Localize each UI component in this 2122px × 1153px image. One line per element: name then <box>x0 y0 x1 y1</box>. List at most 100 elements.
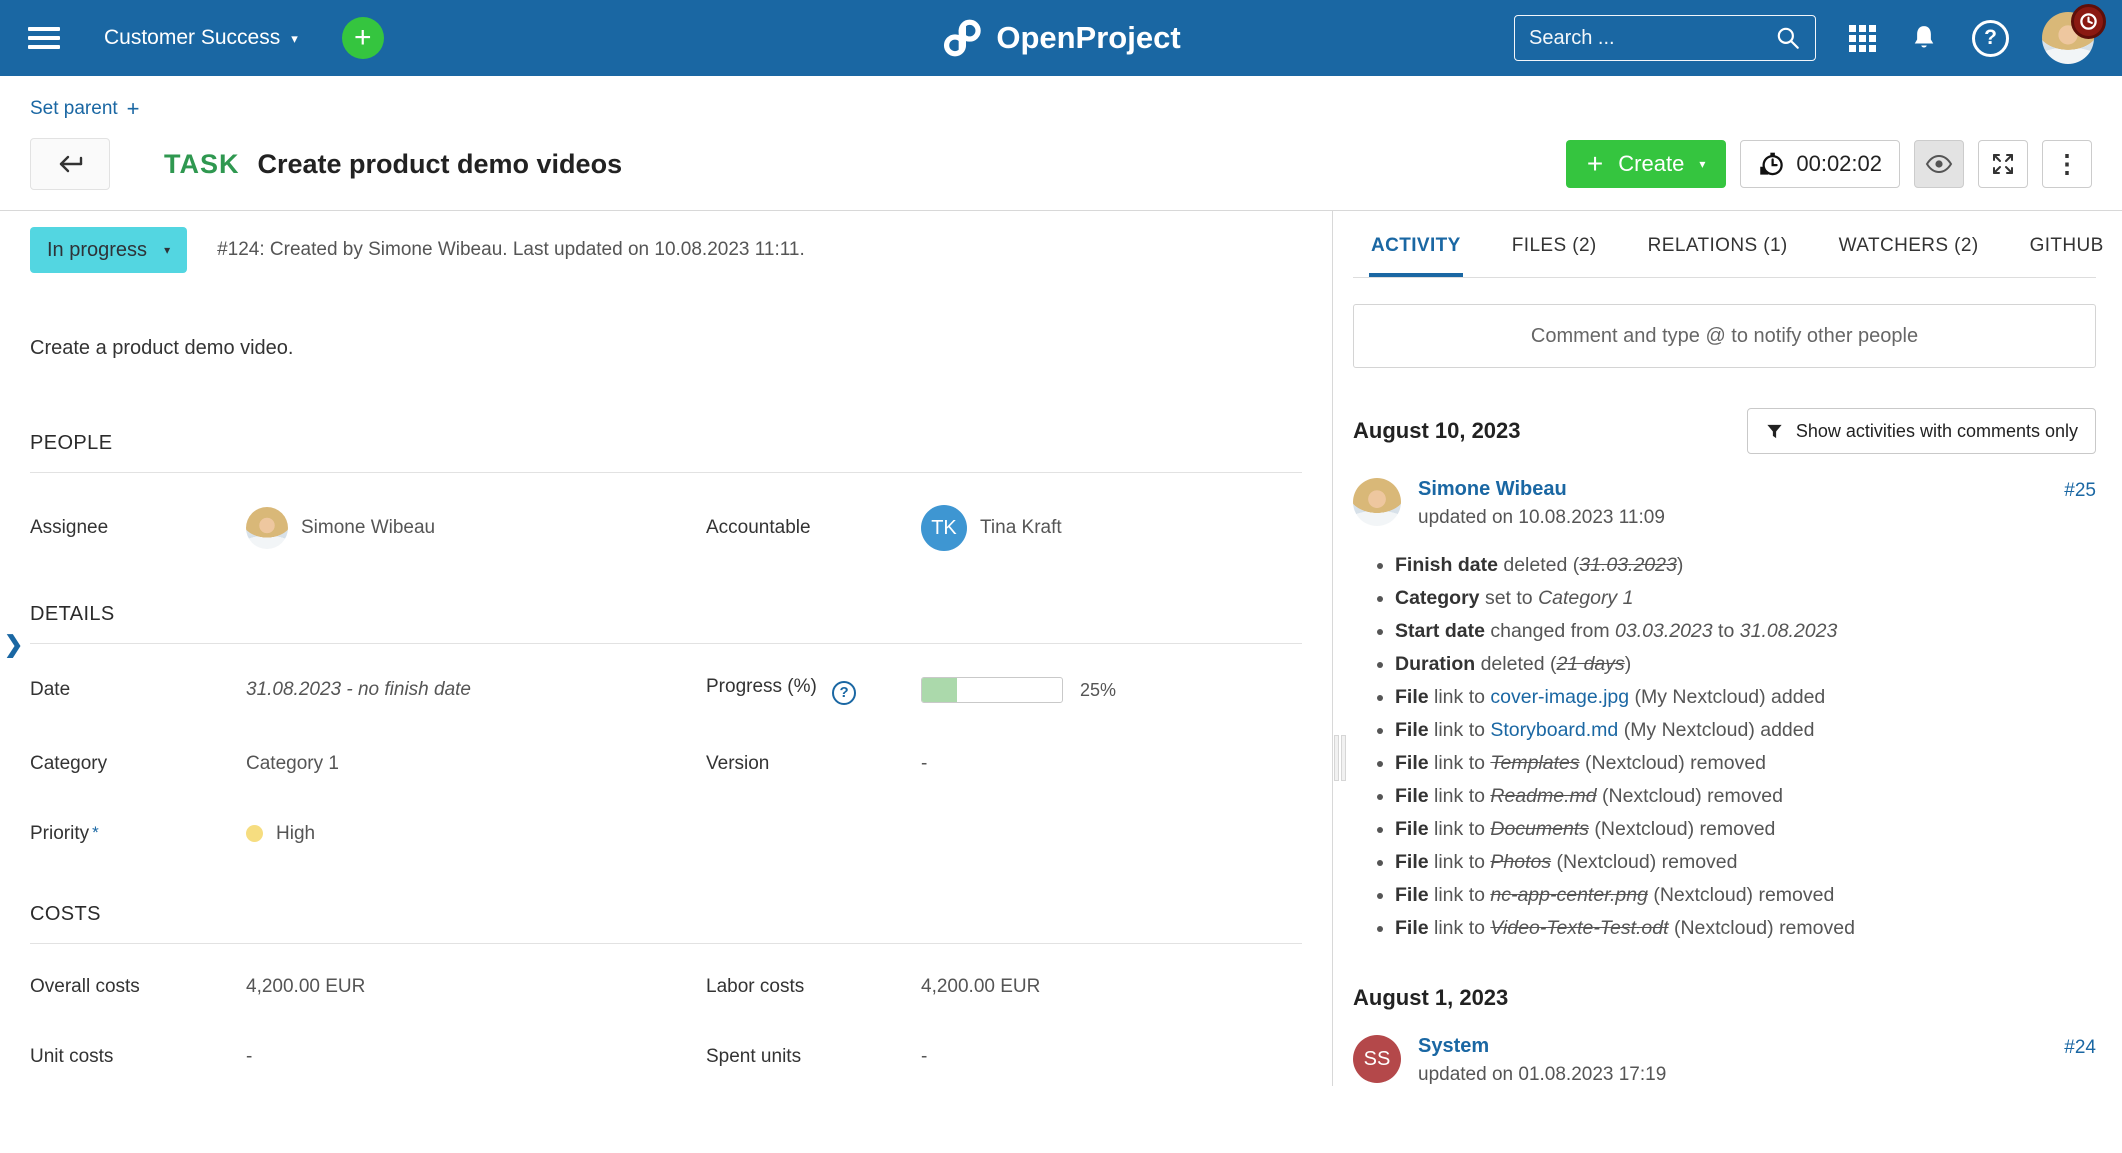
change-text-segment: 21 days <box>1556 653 1625 675</box>
accountable-value[interactable]: TK Tina Kraft <box>921 505 1302 551</box>
project-selector[interactable]: Customer Success ▾ <box>104 26 298 50</box>
priority-label: Priority * <box>30 822 99 844</box>
assignee-name[interactable]: Simone Wibeau <box>301 517 435 539</box>
work-package-type[interactable]: TASK <box>164 149 240 180</box>
date-label: Date <box>30 679 71 701</box>
more-actions-button[interactable]: ⋮ <box>2042 140 2092 188</box>
status-row: In progress ▾ #124: Created by Simone Wi… <box>30 227 1302 273</box>
change-text-segment: ) <box>1624 653 1632 675</box>
change-text-segment: Finish date <box>1395 554 1498 576</box>
date-value[interactable]: 31.08.2023 - no finish date <box>246 679 706 701</box>
spent-units-value[interactable]: - <box>921 1046 1302 1068</box>
change-text-segment: 31.03.2023 <box>1579 554 1677 576</box>
activity-author-link[interactable]: Simone Wibeau <box>1418 478 1567 501</box>
activity-entry: SSSystemupdated on 01.08.2023 17:19#24Fi… <box>1353 1035 2096 1086</box>
status-dropdown[interactable]: In progress ▾ <box>30 227 188 273</box>
kebab-icon: ⋮ <box>2054 150 2080 178</box>
activity-changes-list: Finish date deleted (31.03.2023) Category… <box>1353 549 2096 945</box>
change-text-segment: File <box>1395 785 1429 807</box>
chevron-down-icon: ▾ <box>1699 157 1706 171</box>
priority-value[interactable]: High <box>246 823 706 845</box>
file-link[interactable]: Storyboard.md <box>1490 719 1618 741</box>
tab-watchers-2[interactable]: WATCHERS (2) <box>1837 235 1981 277</box>
progress-bar[interactable] <box>921 677 1063 704</box>
eye-icon <box>1925 154 1953 174</box>
progress-bar-fill <box>922 678 957 703</box>
running-timer-badge[interactable] <box>2071 4 2106 39</box>
search-icon[interactable] <box>1775 25 1801 51</box>
search-input[interactable] <box>1529 26 1775 50</box>
notifications-button[interactable] <box>1909 23 1939 53</box>
panel-resize-handle[interactable] <box>1334 735 1346 781</box>
change-text-segment: File <box>1395 917 1429 939</box>
bell-icon <box>1914 26 1934 48</box>
activity-change-item: File link to Documents (Nextcloud) remov… <box>1395 813 2096 846</box>
fullscreen-button[interactable] <box>1978 140 2028 188</box>
tab-relations-1[interactable]: RELATIONS (1) <box>1646 235 1790 277</box>
progress-value[interactable]: 25% <box>921 677 1302 704</box>
activity-entry-header: Simone Wibeau updated on 10.08.2023 11:09 <box>1353 478 2096 529</box>
detail-tabs: ACTIVITY FILES (2) RELATIONS (1) WATCHERS (… <box>1353 211 2103 278</box>
details-section: DETAILS Date 31.08.2023 - no finish date… <box>30 603 1302 845</box>
change-text-segment: File <box>1395 884 1429 906</box>
accountable-label: Accountable <box>706 517 811 538</box>
help-button[interactable]: ? <box>1972 19 2009 57</box>
back-button[interactable] <box>30 138 110 190</box>
timer-value: 00:02:02 <box>1796 151 1882 176</box>
user-menu[interactable] <box>2042 4 2106 64</box>
plus-icon: + <box>1586 148 1604 179</box>
progress-help-icon[interactable]: ? <box>832 680 857 705</box>
change-text-segment: File <box>1395 752 1429 774</box>
category-value[interactable]: Category 1 <box>246 753 706 775</box>
tab-activity[interactable]: ACTIVITY <box>1369 235 1463 277</box>
change-text-segment: link to <box>1428 719 1491 741</box>
progress-percent-text: 25% <box>1080 679 1117 700</box>
change-text-segment: link to <box>1428 917 1491 939</box>
accountable-name[interactable]: Tina Kraft <box>980 517 1062 539</box>
activity-author-link[interactable]: System <box>1418 1035 1489 1058</box>
global-search[interactable] <box>1514 15 1816 61</box>
expand-icon <box>1993 154 2013 174</box>
labor-costs-value: 4,200.00 EUR <box>921 975 1041 997</box>
version-value[interactable]: - <box>921 753 1302 775</box>
back-arrow-icon <box>59 155 83 173</box>
set-parent-link[interactable]: Set parent + <box>30 96 140 122</box>
filter-comments-button[interactable]: Show activities with comments only <box>1746 408 2096 454</box>
openproject-logo[interactable]: OpenProject <box>941 17 1181 59</box>
change-text-segment: (Nextcloud) removed <box>1589 818 1776 840</box>
activity-number-link[interactable]: #25 <box>2064 480 2096 502</box>
change-text-segment: link to <box>1428 884 1491 906</box>
change-text-segment: (Nextcloud) removed <box>1647 884 1835 906</box>
timer-button[interactable]: 00:02:02 <box>1740 140 1900 188</box>
change-text-segment: 03.03.2023 <box>1615 620 1713 642</box>
priority-text: High <box>276 822 316 844</box>
change-text-segment: link to <box>1428 785 1491 807</box>
chevron-down-icon: ▾ <box>291 30 298 46</box>
change-text-segment: File <box>1395 686 1429 708</box>
tab-github[interactable]: GITHUB <box>2028 235 2106 277</box>
collapse-panel-chevron-icon[interactable]: ❯ <box>4 631 23 658</box>
unit-costs-value[interactable]: - <box>246 1046 706 1068</box>
quick-add-button[interactable]: + <box>341 17 384 59</box>
change-text-segment: (Nextcloud) removed <box>1579 752 1767 774</box>
create-button-label: Create <box>1618 151 1685 176</box>
watch-button[interactable] <box>1914 140 1964 188</box>
change-text-segment: deleted ( <box>1497 554 1580 576</box>
tab-files-2[interactable]: FILES (2) <box>1510 235 1599 277</box>
activity-number-link[interactable]: #24 <box>2064 1037 2096 1059</box>
change-text-segment: set to <box>1479 587 1539 609</box>
top-bar-actions: ? <box>1514 4 2106 64</box>
activity-change-item: File link to Storyboard.md (My Nextcloud… <box>1395 714 2096 747</box>
assignee-value[interactable]: Simone Wibeau <box>246 507 706 549</box>
file-link[interactable]: cover-image.jpg <box>1490 686 1629 708</box>
assignee-label: Assignee <box>30 517 109 538</box>
main-menu-toggle-icon[interactable] <box>28 27 60 49</box>
create-button[interactable]: + Create ▾ <box>1565 140 1727 188</box>
creation-meta-text: #124: Created by Simone Wibeau. Last upd… <box>217 239 805 260</box>
comment-input[interactable]: Comment and type @ to notify other peopl… <box>1353 304 2096 368</box>
change-text-segment: Category <box>1395 587 1480 609</box>
page-title[interactable]: Create product demo videos <box>258 149 623 180</box>
people-section: PEOPLE Assignee Simone Wibeau Accountabl… <box>30 432 1302 551</box>
modules-menu-button[interactable] <box>1849 24 1876 52</box>
description-text[interactable]: Create a product demo video. <box>30 337 1302 360</box>
